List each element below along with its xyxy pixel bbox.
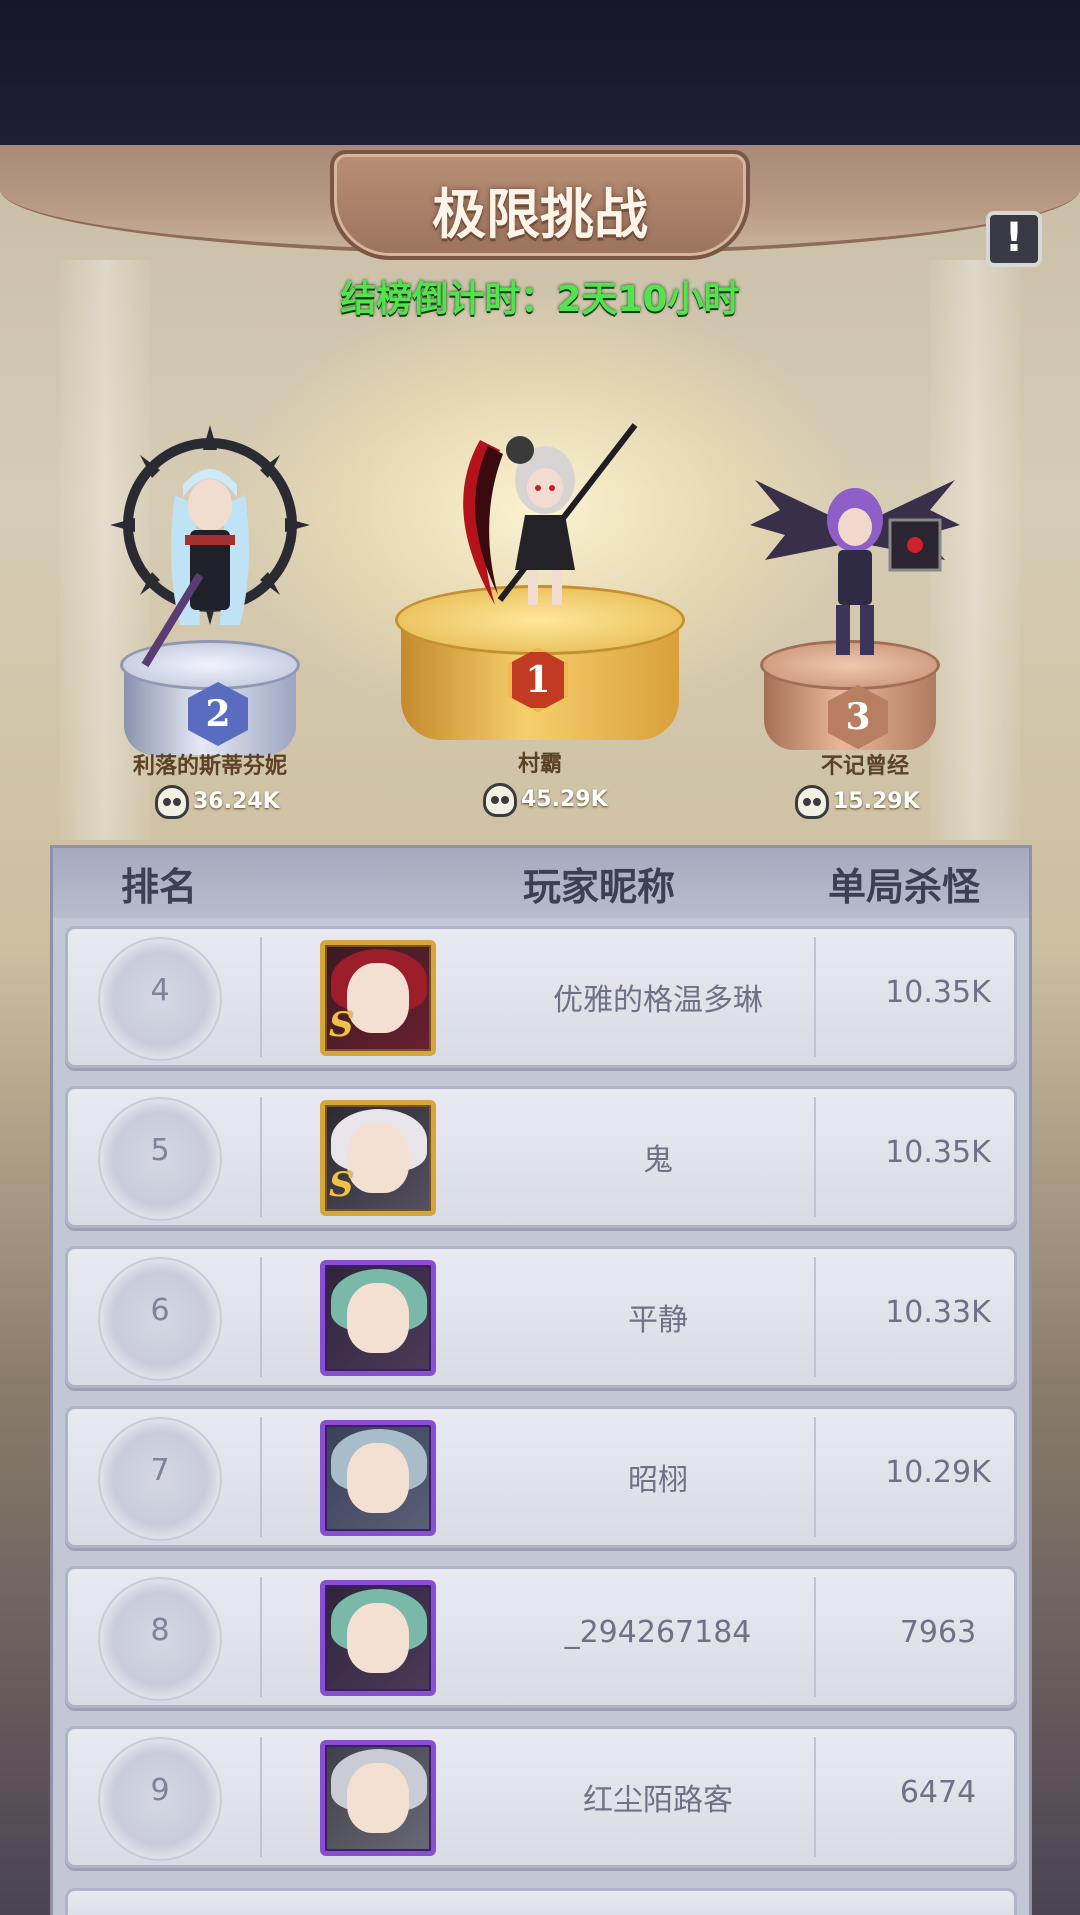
grade-label: S: [329, 1005, 354, 1045]
header-rank: 排名: [121, 865, 198, 909]
header-player-name: 玩家昵称: [523, 865, 676, 909]
kill-count: 10.35K: [885, 1135, 991, 1170]
kill-count: 45.29K: [521, 787, 608, 812]
hero-third-place[interactable]: [750, 465, 960, 660]
kill-count: 10.33K: [885, 1295, 991, 1330]
rank-number: 5: [150, 1133, 170, 1168]
info-button[interactable]: !: [986, 211, 1042, 267]
hero-first-place[interactable]: [440, 420, 660, 610]
top-player-name: 村霸: [517, 752, 562, 777]
countdown-text: 结榜倒计时：2天10小时: [340, 279, 740, 320]
player-name: 优雅的格温多琳: [553, 983, 763, 1018]
rank-number: 8: [150, 1613, 170, 1648]
top-player-name: 不记曾经: [820, 754, 909, 779]
rank-number: 6: [150, 1293, 170, 1328]
top-dark-backdrop: [0, 0, 1080, 145]
page-title: 极限挑战: [432, 183, 648, 246]
player-avatar[interactable]: [320, 1740, 436, 1856]
exclamation-icon: !: [1004, 215, 1024, 261]
kill-count: 6474: [899, 1775, 977, 1810]
table-row[interactable]: 5 S 鬼 10.35K: [65, 1086, 1017, 1228]
skull-icon: [483, 783, 517, 817]
hero-second-place[interactable]: [105, 425, 315, 670]
top-player-name: 利落的斯蒂芬妮: [132, 754, 287, 779]
player-avatar[interactable]: [320, 1420, 436, 1536]
table-header: 排名 玩家昵称 单局杀怪: [53, 848, 1029, 918]
player-name: 昭栩: [628, 1463, 688, 1498]
kill-count: 36.24K: [193, 789, 280, 814]
header-kills: 单局杀怪: [828, 865, 981, 909]
table-row[interactable]: 9 红尘陌路客 6474: [65, 1726, 1017, 1868]
player-name: _294267184: [564, 1615, 752, 1650]
rank-number: 7: [150, 1453, 170, 1488]
player-avatar[interactable]: [320, 1260, 436, 1376]
top-player-score: 36.24K: [155, 785, 280, 825]
player-avatar[interactable]: S: [320, 1100, 436, 1216]
skull-icon: [795, 785, 829, 819]
table-row[interactable]: 6 平静 10.33K: [65, 1246, 1017, 1388]
player-name: 红尘陌路客: [583, 1783, 733, 1818]
top-player-score: 45.29K: [483, 783, 608, 823]
player-name: 鬼: [643, 1143, 673, 1178]
kill-count: 15.29K: [833, 789, 920, 814]
kill-count: 7963: [899, 1615, 977, 1650]
kill-count: 10.29K: [885, 1455, 991, 1490]
grade-label: S: [329, 1165, 354, 1205]
table-row-partial: [65, 1888, 1017, 1915]
table-row[interactable]: 8 _294267184 7963: [65, 1566, 1017, 1708]
rank-number: 9: [150, 1773, 170, 1808]
table-row[interactable]: 4 S 优雅的格温多琳 10.35K: [65, 926, 1017, 1068]
leaderboard-table: 排名 玩家昵称 单局杀怪 4 S 优雅的格温多琳 10.35K 5 S 鬼 10…: [50, 845, 1032, 1915]
skull-icon: [155, 785, 189, 819]
top-player-score: 15.29K: [795, 785, 920, 825]
kill-count: 10.35K: [885, 975, 991, 1010]
table-row[interactable]: 7 昭栩 10.29K: [65, 1406, 1017, 1548]
player-name: 平静: [628, 1303, 688, 1338]
player-avatar[interactable]: S: [320, 940, 436, 1056]
rank-number: 4: [150, 973, 170, 1008]
player-avatar[interactable]: [320, 1580, 436, 1696]
